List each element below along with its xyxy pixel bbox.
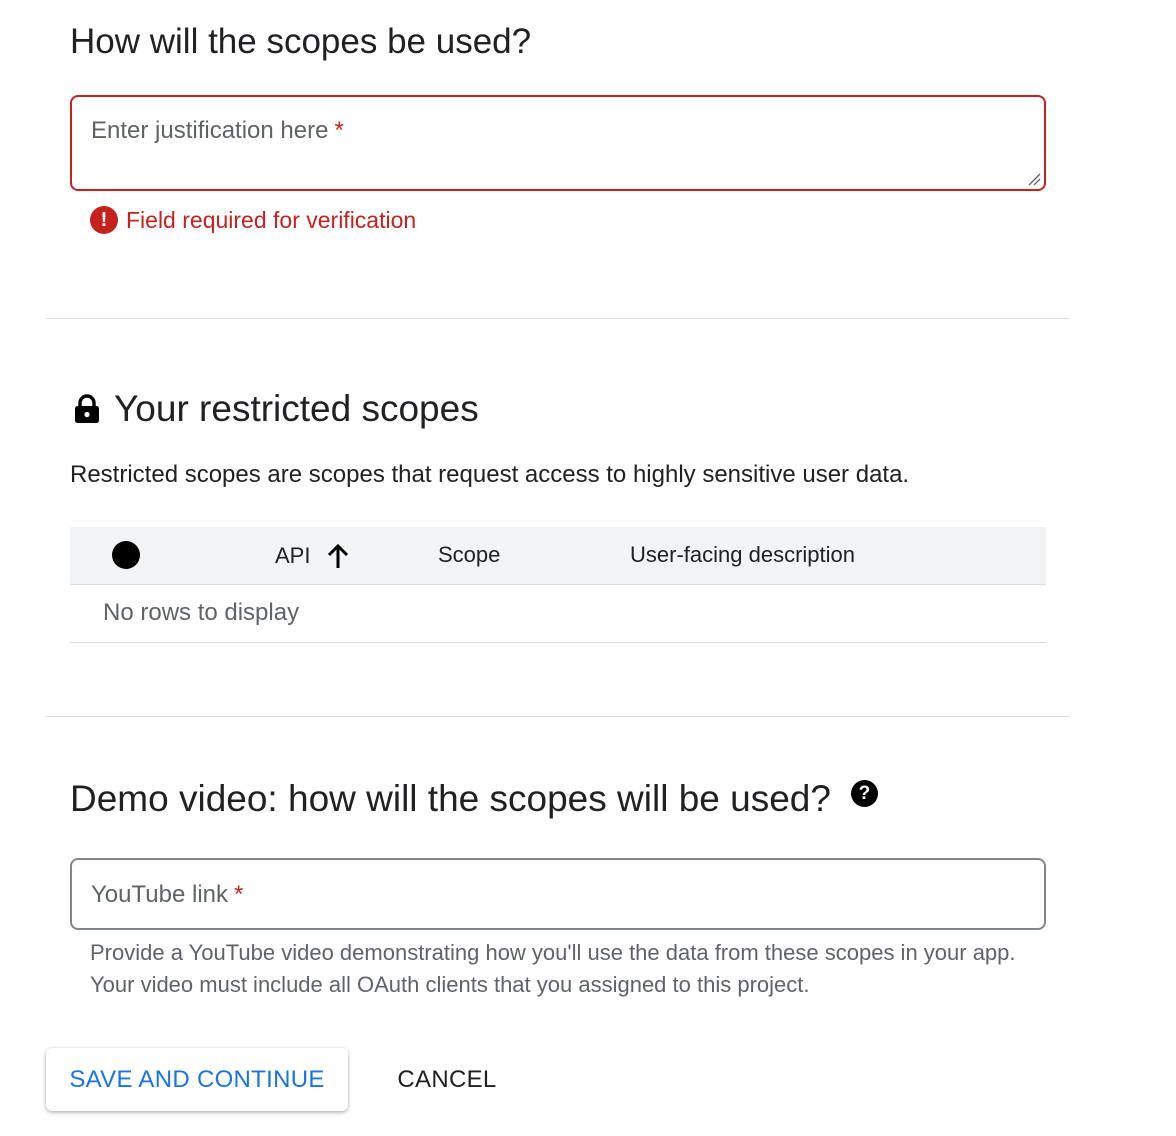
column-header-api[interactable]: API [275,542,350,570]
scopes-usage-heading: How will the scopes be used? [70,22,532,61]
lock-icon [74,394,100,424]
error-message: Field required for verification [126,206,417,233]
section-divider [46,318,1070,319]
restricted-scopes-table: API Scope User-facing description No row… [70,527,1046,643]
youtube-link-label: YouTube link * [91,881,244,908]
youtube-link-input[interactable]: YouTube link * [70,858,1046,930]
justification-error: ! Field required for verification [90,206,416,234]
save-and-continue-button[interactable]: SAVE AND CONTINUE [46,1048,348,1111]
sort-ascending-icon [328,543,349,568]
youtube-helper-text: Provide a YouTube video demonstrating ho… [90,940,1016,997]
error-icon: ! [90,206,118,234]
required-asterisk: * [234,881,244,908]
resize-handle-icon[interactable] [1027,172,1041,186]
required-asterisk: * [334,117,344,144]
column-header-user-facing-description[interactable]: User-facing description [630,542,855,568]
justification-textarea[interactable]: Enter justification here * [70,95,1046,191]
restricted-scopes-description: Restricted scopes are scopes that reques… [70,461,910,488]
select-all-toggle[interactable] [112,541,140,569]
table-header: API Scope User-facing description [70,527,1046,585]
table-empty-row: No rows to display [70,585,1046,643]
demo-video-title: Demo video: how will the scopes will be … [70,778,831,819]
demo-video-heading: Demo video: how will the scopes will be … [70,778,878,820]
empty-message: No rows to display [103,599,300,626]
column-header-scope[interactable]: Scope [438,542,500,568]
help-icon[interactable]: ? [850,780,878,807]
restricted-scopes-heading: Your restricted scopes [74,388,479,430]
justification-label: Enter justification here * [91,117,344,144]
restricted-scopes-title: Your restricted scopes [114,388,479,429]
oauth-scopes-page: How will the scopes be used? Enter justi… [0,0,1176,1136]
section-divider [46,716,1070,717]
cancel-button[interactable]: CANCEL [378,1048,516,1111]
